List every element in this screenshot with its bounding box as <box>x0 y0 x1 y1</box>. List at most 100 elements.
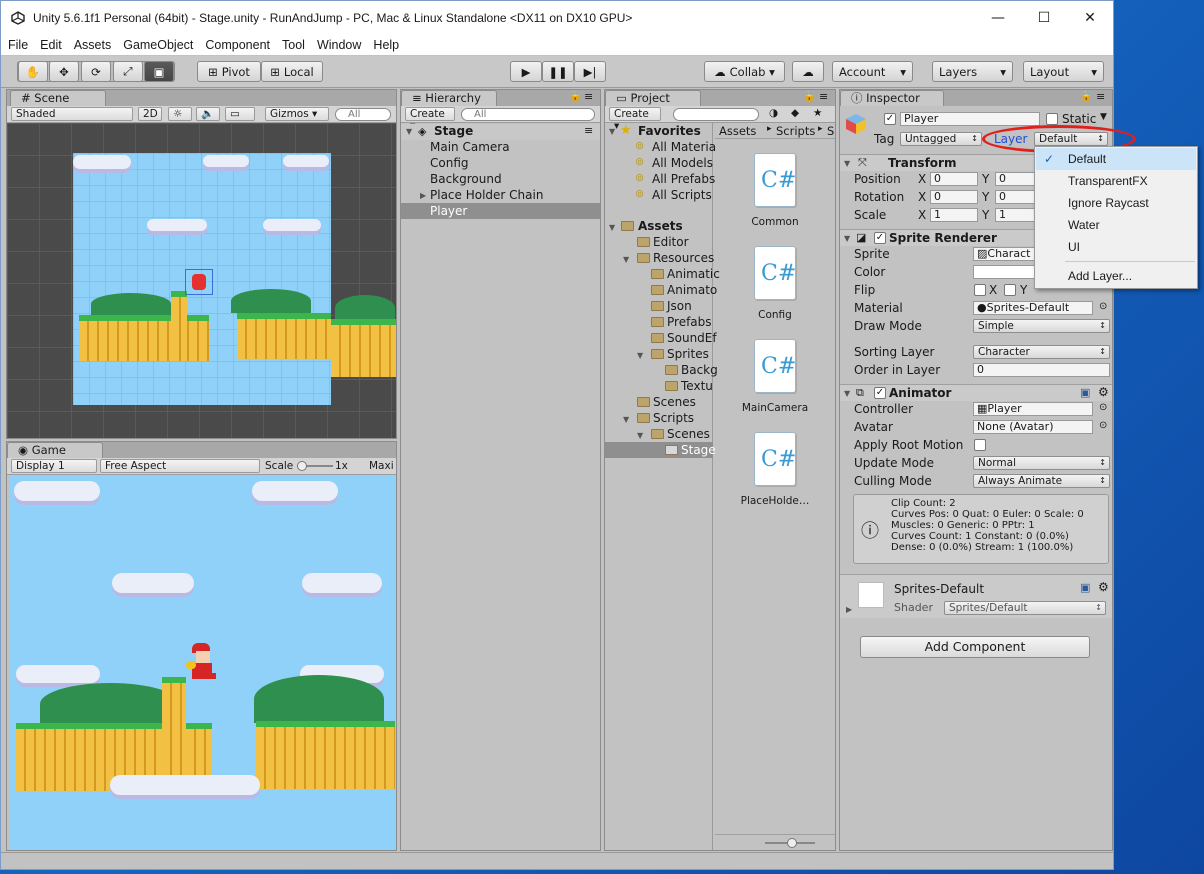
lock-icon[interactable]: 🔒 <box>1080 91 1092 102</box>
collab-dropdown[interactable]: ☁ Collab ▾ <box>704 61 785 82</box>
play-button[interactable]: ▶ <box>510 61 542 82</box>
hierarchy-selected-row[interactable]: Player <box>401 203 600 219</box>
expand-arrow-icon[interactable]: ▶ <box>420 191 426 200</box>
menu-window[interactable]: Window <box>311 38 367 52</box>
tree-folder[interactable]: Editor <box>653 235 689 249</box>
favorites-item[interactable]: All Scripts <box>652 188 712 202</box>
scene-search-input[interactable]: All <box>335 108 391 121</box>
pivot-toggle[interactable]: ⊞ Pivot <box>197 61 261 82</box>
tab-game[interactable]: ◉ Game <box>7 442 103 458</box>
menu-help[interactable]: Help <box>367 38 405 52</box>
favorites-item[interactable]: All Materia <box>652 140 716 154</box>
scale-tool-button[interactable]: ⤢ <box>113 61 143 82</box>
rotation-y-field[interactable]: 0 <box>995 190 1037 204</box>
lock-icon[interactable]: 🔒 <box>569 91 581 102</box>
tree-selected-row[interactable]: Stage <box>605 442 716 458</box>
2d-toggle[interactable]: 2D <box>138 107 162 121</box>
scale-slider-thumb[interactable] <box>297 461 307 471</box>
csharp-script-icon[interactable]: C# <box>754 339 796 393</box>
maximize-on-play-toggle[interactable]: Maxi <box>369 460 394 472</box>
favorites-item[interactable]: All Prefabs <box>652 172 715 186</box>
menu-gameobject[interactable]: GameObject <box>117 38 199 52</box>
shading-mode-dropdown[interactable]: Shaded <box>11 107 133 121</box>
filter-type-icon[interactable]: ◑ <box>769 107 778 119</box>
shader-dropdown[interactable]: Sprites/Default <box>944 601 1106 615</box>
scale-x-field[interactable]: 1 <box>930 208 978 222</box>
culling-mode-dropdown[interactable]: Always Animate <box>973 474 1110 488</box>
layer-option-water[interactable]: Water <box>1036 214 1196 236</box>
expand-arrow-icon[interactable]: ▼ <box>637 351 643 360</box>
avatar-field[interactable]: None (Avatar) <box>973 420 1093 434</box>
cloud-button[interactable]: ☁ <box>792 61 824 82</box>
layout-dropdown[interactable]: Layout ▾ <box>1023 61 1104 82</box>
filter-label-icon[interactable]: ◆ <box>791 107 799 119</box>
hierarchy-item[interactable]: Background <box>430 172 502 186</box>
expand-arrow-icon[interactable]: ▼ <box>623 415 629 424</box>
layer-option-ui[interactable]: UI <box>1036 236 1196 258</box>
expand-arrow-icon[interactable]: ▼ <box>637 431 643 440</box>
panel-menu-icon[interactable]: ≡ <box>584 90 593 103</box>
rotation-x-field[interactable]: 0 <box>930 190 978 204</box>
expand-arrow-icon[interactable]: ▶ <box>846 605 852 614</box>
help-book-icon[interactable]: ▣ <box>1080 581 1090 594</box>
tag-dropdown[interactable]: Untagged <box>900 132 982 146</box>
object-picker-icon[interactable]: ⊙ <box>1099 402 1107 413</box>
project-create-dropdown[interactable]: Create ▾ <box>609 107 661 132</box>
controller-field[interactable]: ▦Player <box>973 402 1093 416</box>
object-picker-icon[interactable]: ⊙ <box>1099 301 1107 312</box>
color-swatch[interactable] <box>973 265 1043 279</box>
hierarchy-item[interactable]: Config <box>430 156 469 170</box>
hierarchy-item[interactable]: Place Holder Chain <box>430 188 543 202</box>
tree-folder[interactable]: Sprites <box>667 347 709 361</box>
scene-viewport[interactable] <box>7 123 396 438</box>
move-tool-button[interactable]: ✥ <box>49 61 79 82</box>
tree-folder[interactable]: Scenes <box>667 427 710 441</box>
animator-header[interactable]: ▼ ⧉ ✓ Animator ▣ ⚙ <box>840 384 1112 401</box>
effects-dropdown[interactable]: ▭ <box>225 107 255 121</box>
object-name-input[interactable]: Player <box>900 112 1040 126</box>
tree-folder[interactable]: Scripts <box>653 411 694 425</box>
sprite-field[interactable]: ▨Charact <box>973 247 1043 261</box>
tab-project[interactable]: ▭ Project <box>605 90 701 106</box>
layer-option-ignore-raycast[interactable]: Ignore Raycast <box>1036 192 1196 214</box>
breadcrumb-item[interactable]: Scripts <box>776 124 815 138</box>
hierarchy-item[interactable]: Main Camera <box>430 140 510 154</box>
layer-option-transparentfx[interactable]: TransparentFX <box>1036 170 1196 192</box>
tree-folder[interactable]: Textu <box>681 379 713 393</box>
flip-y-checkbox[interactable] <box>1004 284 1016 296</box>
tree-folder[interactable]: SoundEf <box>667 331 717 345</box>
local-toggle[interactable]: ⊞ Local <box>261 61 323 82</box>
gear-icon[interactable]: ⚙ <box>1098 385 1109 399</box>
tree-folder[interactable]: Json <box>667 299 692 313</box>
display-dropdown[interactable]: Display 1 <box>11 459 97 473</box>
csharp-script-icon[interactable]: C# <box>754 153 796 207</box>
hierarchy-search-input[interactable]: All <box>461 108 595 121</box>
aspect-dropdown[interactable]: Free Aspect <box>100 459 260 473</box>
assets-label[interactable]: Assets <box>638 219 683 233</box>
draw-mode-dropdown[interactable]: Simple <box>973 319 1110 333</box>
flip-x-checkbox[interactable] <box>974 284 986 296</box>
panel-menu-icon[interactable]: ≡ <box>819 90 828 103</box>
tree-folder[interactable]: Resources <box>653 251 714 265</box>
tree-folder[interactable]: Animatic <box>667 267 720 281</box>
gizmos-dropdown[interactable]: Gizmos ▾ <box>265 107 329 121</box>
scene-menu-icon[interactable]: ≡ <box>584 124 593 137</box>
menu-edit[interactable]: Edit <box>34 38 68 52</box>
project-search-input[interactable] <box>673 108 759 121</box>
tree-folder[interactable]: Prefabs <box>667 315 712 329</box>
breadcrumb-item[interactable]: S <box>827 124 834 138</box>
favorites-label[interactable]: Favorites <box>638 124 701 138</box>
player-selection-box[interactable] <box>185 269 213 295</box>
tree-folder[interactable]: Backg <box>681 363 718 377</box>
position-y-field[interactable]: 0 <box>995 172 1037 186</box>
static-dropdown-icon[interactable]: ▼ <box>1100 112 1107 122</box>
rect-tool-button[interactable]: ▣ <box>144 61 174 82</box>
lighting-toggle[interactable]: ☼ <box>168 107 192 121</box>
icon-size-slider-thumb[interactable] <box>787 838 797 848</box>
layers-dropdown[interactable]: Layers ▾ <box>932 61 1013 82</box>
material-field[interactable]: ●Sprites-Default <box>973 301 1093 315</box>
active-checkbox[interactable]: ✓ <box>884 113 896 125</box>
panel-menu-icon[interactable]: ≡ <box>1096 90 1105 103</box>
tab-hierarchy[interactable]: ≡ Hierarchy <box>401 90 497 106</box>
step-button[interactable]: ▶| <box>574 61 606 82</box>
